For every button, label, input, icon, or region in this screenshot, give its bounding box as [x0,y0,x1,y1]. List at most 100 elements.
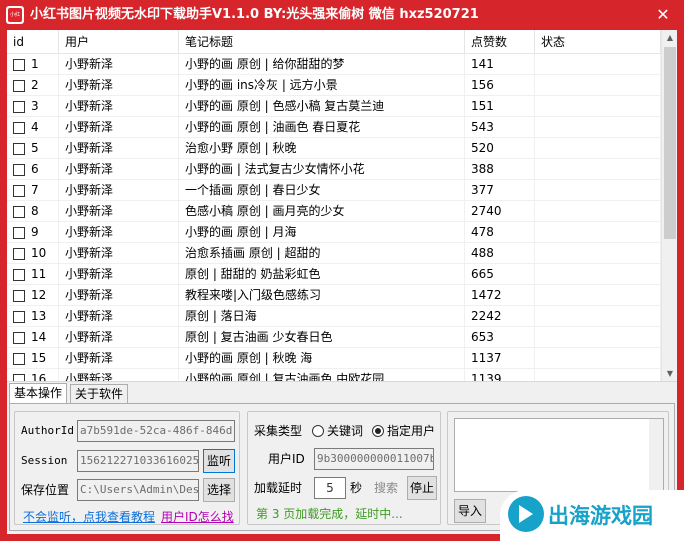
row-id: 7 [31,183,39,197]
row-checkbox[interactable] [13,164,25,176]
scroll-down-icon[interactable]: ▼ [662,366,677,381]
listen-button[interactable]: 监听 [203,449,235,473]
header-likes[interactable]: 点赞数 [465,30,535,54]
session-field[interactable]: 1562122710336160253 [77,450,199,472]
watermark: 出海游戏园 [500,490,684,541]
stop-button[interactable]: 停止 [407,476,437,500]
userid-field[interactable]: 9b300000000011007b1d [314,448,434,470]
cell-user: 小野新泽 [59,96,179,117]
tab-basic[interactable]: 基本操作 [9,383,68,404]
cell-id: 8 [7,201,59,222]
cell-title: 小野的画 原创 | 色感小稿 复古莫兰迪 [179,96,465,117]
cell-title: 小野的画 原创 | 秋晚 海 [179,348,465,369]
tab-about[interactable]: 关于软件 [70,384,129,404]
search-button[interactable]: 搜索 [374,477,398,499]
session-label: Session [21,454,68,467]
header-id[interactable]: id [7,30,59,54]
row-checkbox[interactable] [13,227,25,239]
table-row[interactable]: 12 小野新泽 教程来喽|入门级色感练习 1472 [7,285,661,306]
table-row[interactable]: 1 小野新泽 小野的画 原创 | 给你甜甜的梦 141 [7,54,661,75]
cell-status [535,306,661,327]
delay-label: 加载延时 [254,481,303,495]
row-checkbox[interactable] [13,290,25,302]
cell-status [535,201,661,222]
row-checkbox[interactable] [13,122,25,134]
cell-user: 小野新泽 [59,348,179,369]
cell-id: 16 [7,369,59,382]
collect-group: 采集类型 关键词 指定用户 用户ID 9b300000000011007b1d … [247,411,441,525]
radio-keyword-label[interactable]: 关键词 [327,420,363,442]
row-id: 15 [31,351,47,365]
notes-table-body: id 用户 笔记标题 点赞数 状态 1 小野新泽 小野的画 原创 | 给你甜甜的梦 1… [7,30,661,382]
row-checkbox[interactable] [13,206,25,218]
table-row[interactable]: 9 小野新泽 小野的画 原创 | 月海 478 [7,222,661,243]
watermark-logo-icon [508,496,544,532]
table-scrollbar[interactable]: ▲ ▼ [661,30,677,381]
row-id: 10 [31,246,47,260]
cell-user: 小野新泽 [59,201,179,222]
notes-table[interactable]: id 用户 笔记标题 点赞数 状态 1 小野新泽 小野的画 原创 | 给你甜甜的梦 1… [7,30,677,382]
cell-id: 15 [7,348,59,369]
choose-button[interactable]: 选择 [203,478,235,502]
cell-id: 5 [7,138,59,159]
row-checkbox[interactable] [13,269,25,281]
cell-user: 小野新泽 [59,75,179,96]
table-row[interactable]: 16 小野新泽 小野的画 原创 | 复古油画色 中欧花园 1139 [7,369,661,382]
scroll-up-icon[interactable]: ▲ [662,30,677,46]
row-id: 16 [31,372,47,382]
help-link[interactable]: 不会监听，点我查看教程 [23,508,155,525]
radio-keyword[interactable] [312,425,324,437]
title-bar[interactable]: 小红书 小红书图片视频无水印下载助手V1.1.0 BY:光头强来偷树 微信 hx… [0,0,684,30]
row-checkbox[interactable] [13,374,25,381]
import-button[interactable]: 导入 [454,499,486,523]
row-checkbox[interactable] [13,311,25,323]
table-row[interactable]: 10 小野新泽 治愈系插画 原创 | 超甜的 488 [7,243,661,264]
row-checkbox[interactable] [13,143,25,155]
table-row[interactable]: 8 小野新泽 色感小稿 原创 | 画月亮的少女 2740 [7,201,661,222]
header-title[interactable]: 笔记标题 [179,30,465,54]
cell-user: 小野新泽 [59,285,179,306]
cell-id: 4 [7,117,59,138]
scroll-thumb[interactable] [664,47,676,239]
log-textarea[interactable] [454,418,664,492]
row-checkbox[interactable] [13,332,25,344]
save-location-field[interactable]: C:\Users\Admin\Deskt [77,479,199,501]
authorid-field[interactable]: a7b591de-52ca-486f-846d-e7 [77,420,235,442]
cell-title: 原创 | 复古油画 少女春日色 [179,327,465,348]
delay-input[interactable]: 5 [314,477,346,499]
cell-title: 色感小稿 原创 | 画月亮的少女 [179,201,465,222]
row-id: 11 [31,267,47,281]
table-header: id 用户 笔记标题 点赞数 状态 [7,30,661,54]
header-status[interactable]: 状态 [535,30,661,54]
cell-likes: 665 [465,264,535,285]
table-row[interactable]: 2 小野新泽 小野的画 ins冷灰 | 远方小景 156 [7,75,661,96]
table-row[interactable]: 7 小野新泽 一个插画 原创 | 春日少女 377 [7,180,661,201]
cell-title: 小野的画 原创 | 月海 [179,222,465,243]
cell-status [535,243,661,264]
table-row[interactable]: 11 小野新泽 原创 | 甜甜的 奶盐彩虹色 665 [7,264,661,285]
log-scrollbar[interactable] [649,419,663,491]
header-user[interactable]: 用户 [59,30,179,54]
table-row[interactable]: 14 小野新泽 原创 | 复古油画 少女春日色 653 [7,327,661,348]
close-button[interactable]: ✕ [648,0,678,30]
userid-help-link[interactable]: 用户ID怎么找 [161,508,234,525]
row-checkbox[interactable] [13,353,25,365]
cell-id: 6 [7,159,59,180]
table-row[interactable]: 13 小野新泽 原创 | 落日海 2242 [7,306,661,327]
row-checkbox[interactable] [13,80,25,92]
table-row[interactable]: 4 小野新泽 小野的画 原创 | 油画色 春日夏花 543 [7,117,661,138]
table-row[interactable]: 5 小野新泽 治愈小野 原创 | 秋晚 520 [7,138,661,159]
radio-user-label[interactable]: 指定用户 [387,420,435,442]
table-row[interactable]: 15 小野新泽 小野的画 原创 | 秋晚 海 1137 [7,348,661,369]
cell-title: 治愈小野 原创 | 秋晚 [179,138,465,159]
radio-user[interactable] [372,425,384,437]
row-checkbox[interactable] [13,185,25,197]
row-checkbox[interactable] [13,59,25,71]
cell-likes: 1139 [465,369,535,381]
auth-group: AuthorId a7b591de-52ca-486f-846d-e7 Sess… [14,411,240,525]
row-checkbox[interactable] [13,248,25,260]
row-checkbox[interactable] [13,101,25,113]
row-id: 5 [31,141,39,155]
table-row[interactable]: 6 小野新泽 小野的画 | 法式复古少女情怀小花 388 [7,159,661,180]
table-row[interactable]: 3 小野新泽 小野的画 原创 | 色感小稿 复古莫兰迪 151 [7,96,661,117]
